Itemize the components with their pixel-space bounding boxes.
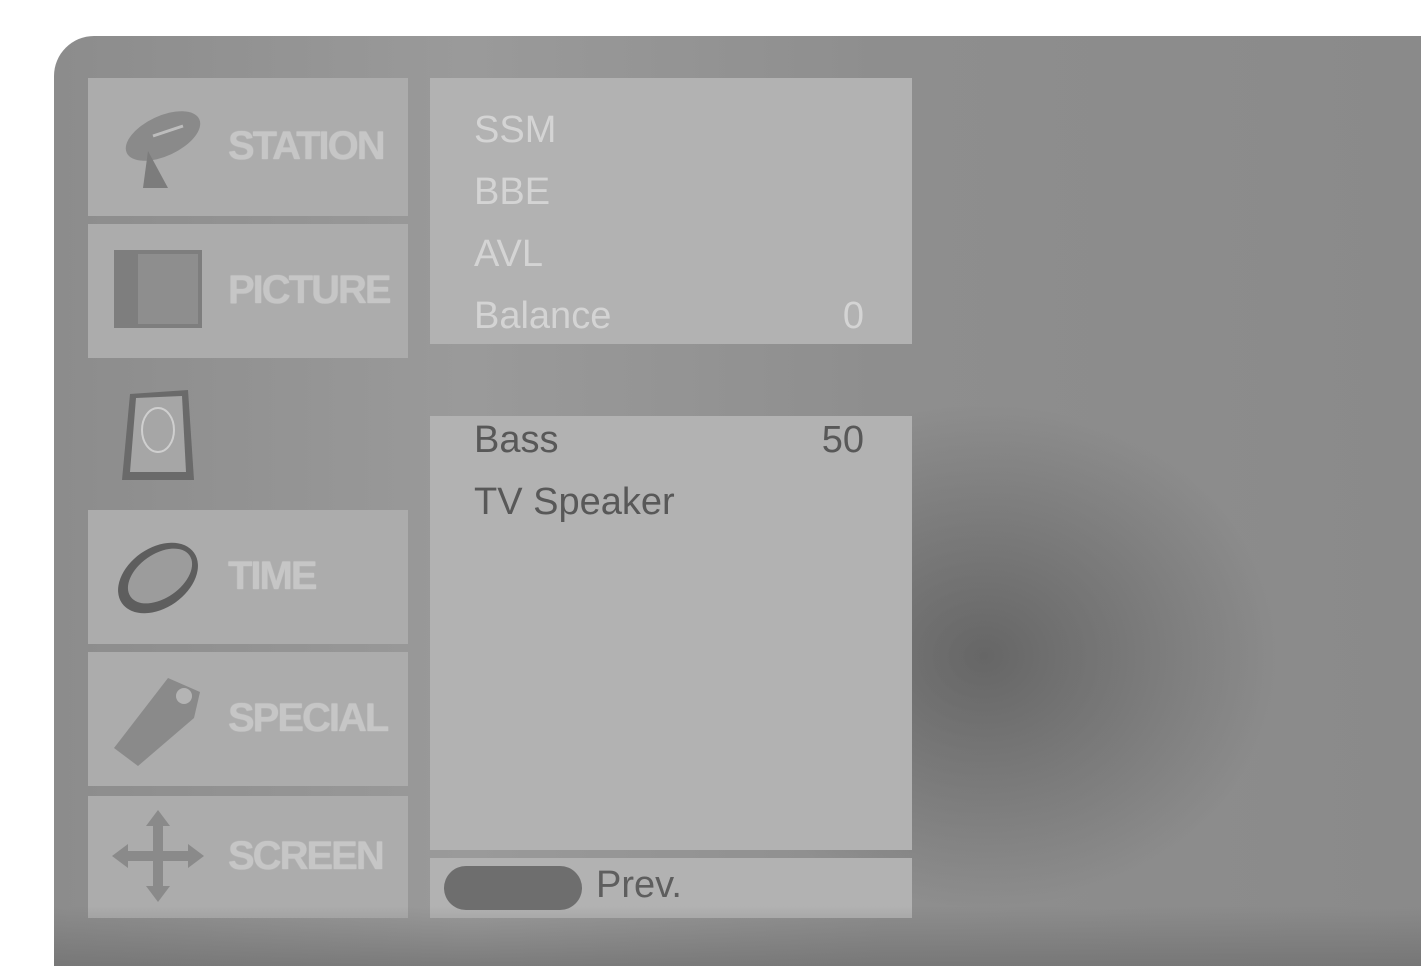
sidebar-item-label: SPECIAL [228,696,389,740]
satellite-dish-icon [125,111,201,188]
sound-options-panel-upper: SSM BBE AVL Balance 0 [430,78,912,344]
sidebar-item-label: STATION [228,124,386,168]
clock-icon [118,542,198,614]
sidebar-item-label: SCREEN [228,834,385,878]
menu-item-avl[interactable]: AVL [474,226,864,282]
menu-item-label: BBE [474,170,551,213]
sidebar-item-special[interactable]: SPECIAL [88,652,408,786]
move-arrows-icon [112,810,204,902]
sidebar-item-picture[interactable]: PICTURE [88,224,408,358]
menu-item-value: 0 [842,294,864,337]
menu-item-bass[interactable]: Bass 50 [474,412,864,468]
picture-monitor-icon [114,250,202,328]
menu-item-label: Balance [474,294,612,337]
menu-item-bbe[interactable]: BBE [474,164,864,220]
sidebar-item-time[interactable]: TIME [88,510,408,644]
sidebar-item-label: PICTURE [228,268,392,312]
menu-item-label: TV Speaker [474,480,675,523]
menu-item-label: AVL [474,232,544,275]
menu-item-tv-speaker[interactable]: TV Speaker [474,474,864,530]
prev-label: Prev. [596,864,682,906]
menu-item-value: 50 [821,418,864,461]
tv-osd-screen: STATION PICTURE TIME SPECIAL SCREEN SSM … [54,36,1421,966]
sound-options-panel-lower: Bass 50 TV Speaker [430,416,912,850]
tag-icon [114,678,200,766]
menu-item-label: Bass [474,418,559,461]
sidebar-item-sound[interactable] [88,366,408,506]
sidebar-item-station[interactable]: STATION [88,78,408,216]
speaker-icon [122,390,194,480]
sidebar-item-label: TIME [228,554,318,598]
footer-bar: Prev. [430,858,912,918]
menu-item-balance[interactable]: Balance 0 [474,288,864,344]
menu-item-ssm[interactable]: SSM [474,102,864,158]
prev-button[interactable] [444,866,582,910]
sidebar-item-screen[interactable]: SCREEN [88,796,408,918]
menu-item-label: SSM [474,108,557,151]
